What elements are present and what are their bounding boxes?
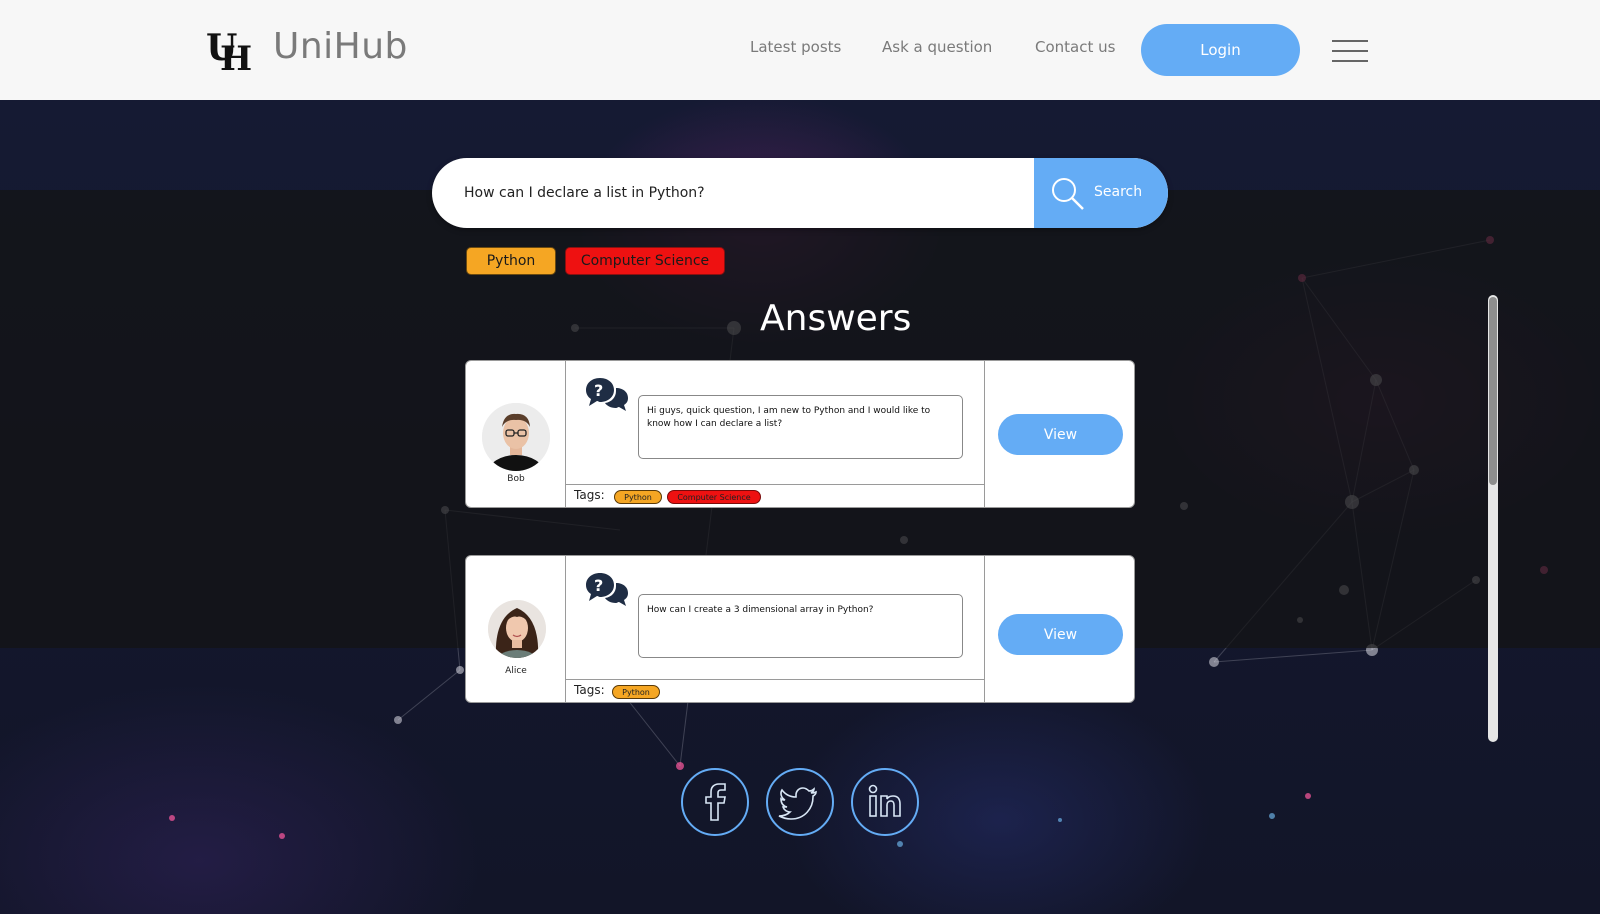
linkedin-icon	[868, 784, 901, 817]
answer-tag-python[interactable]: Python	[612, 685, 660, 699]
avatar[interactable]	[482, 403, 550, 471]
tags-label: Tags:	[574, 683, 605, 697]
question-bubbles-icon: ?	[586, 573, 628, 606]
answer-card: Bob ? Hi guys, quick question, I am new …	[465, 360, 1135, 508]
answer-tags-row: Tags: Python Computer Science	[566, 484, 985, 507]
brand-name[interactable]: UniHub	[273, 26, 408, 67]
view-button[interactable]: View	[998, 614, 1123, 655]
search-icon	[1052, 178, 1084, 210]
user-name[interactable]: Alice	[466, 666, 566, 676]
answer-card: Alice ? How can I create a 3 dimensional…	[465, 555, 1135, 703]
nav-contact-us[interactable]: Contact us	[1035, 38, 1115, 56]
answer-user-column: Bob	[466, 361, 566, 507]
search-button[interactable]: Search	[1034, 158, 1168, 228]
nav-ask-question[interactable]: Ask a question	[882, 38, 992, 56]
view-button[interactable]: View	[998, 414, 1123, 455]
answer-tag-python[interactable]: Python	[614, 490, 662, 504]
svg-text:H: H	[220, 39, 252, 74]
answer-message: Hi guys, quick question, I am new to Pyt…	[638, 395, 963, 459]
linkedin-button[interactable]	[851, 768, 919, 836]
twitter-button[interactable]	[766, 768, 834, 836]
nav-latest-posts[interactable]: Latest posts	[750, 38, 841, 56]
header: U H UniHub Latest posts Ask a question C…	[0, 0, 1600, 100]
filter-tag-computer-science[interactable]: Computer Science	[565, 247, 725, 275]
svg-text:?: ?	[594, 381, 603, 400]
filter-tag-python[interactable]: Python	[466, 247, 556, 275]
avatar[interactable]	[488, 600, 546, 658]
facebook-button[interactable]	[681, 768, 749, 836]
answer-user-column: Alice	[466, 556, 566, 702]
avatar-bob-image	[482, 403, 550, 471]
search-bar: Search	[432, 158, 1168, 228]
search-input[interactable]	[464, 158, 1024, 228]
user-name[interactable]: Bob	[466, 474, 566, 484]
avatar-alice-image	[488, 600, 546, 658]
answer-message: How can I create a 3 dimensional array i…	[638, 594, 963, 658]
hamburger-menu-icon[interactable]	[1332, 38, 1368, 64]
answers-heading: Answers	[760, 298, 912, 339]
svg-text:?: ?	[594, 576, 603, 595]
twitter-icon	[778, 787, 817, 820]
login-button[interactable]: Login	[1141, 24, 1300, 76]
unihub-logo-icon[interactable]: U H	[206, 26, 254, 74]
answer-tags-row: Tags: Python	[566, 679, 985, 702]
tags-label: Tags:	[574, 488, 605, 502]
search-button-label: Search	[1094, 184, 1143, 200]
answers-scrollbar-thumb[interactable]	[1489, 297, 1497, 485]
facebook-icon	[705, 783, 726, 821]
answer-tag-computer-science[interactable]: Computer Science	[667, 490, 761, 504]
question-bubbles-icon: ?	[586, 378, 628, 411]
answer-body: ? Hi guys, quick question, I am new to P…	[566, 361, 985, 507]
answer-body: ? How can I create a 3 dimensional array…	[566, 556, 985, 702]
